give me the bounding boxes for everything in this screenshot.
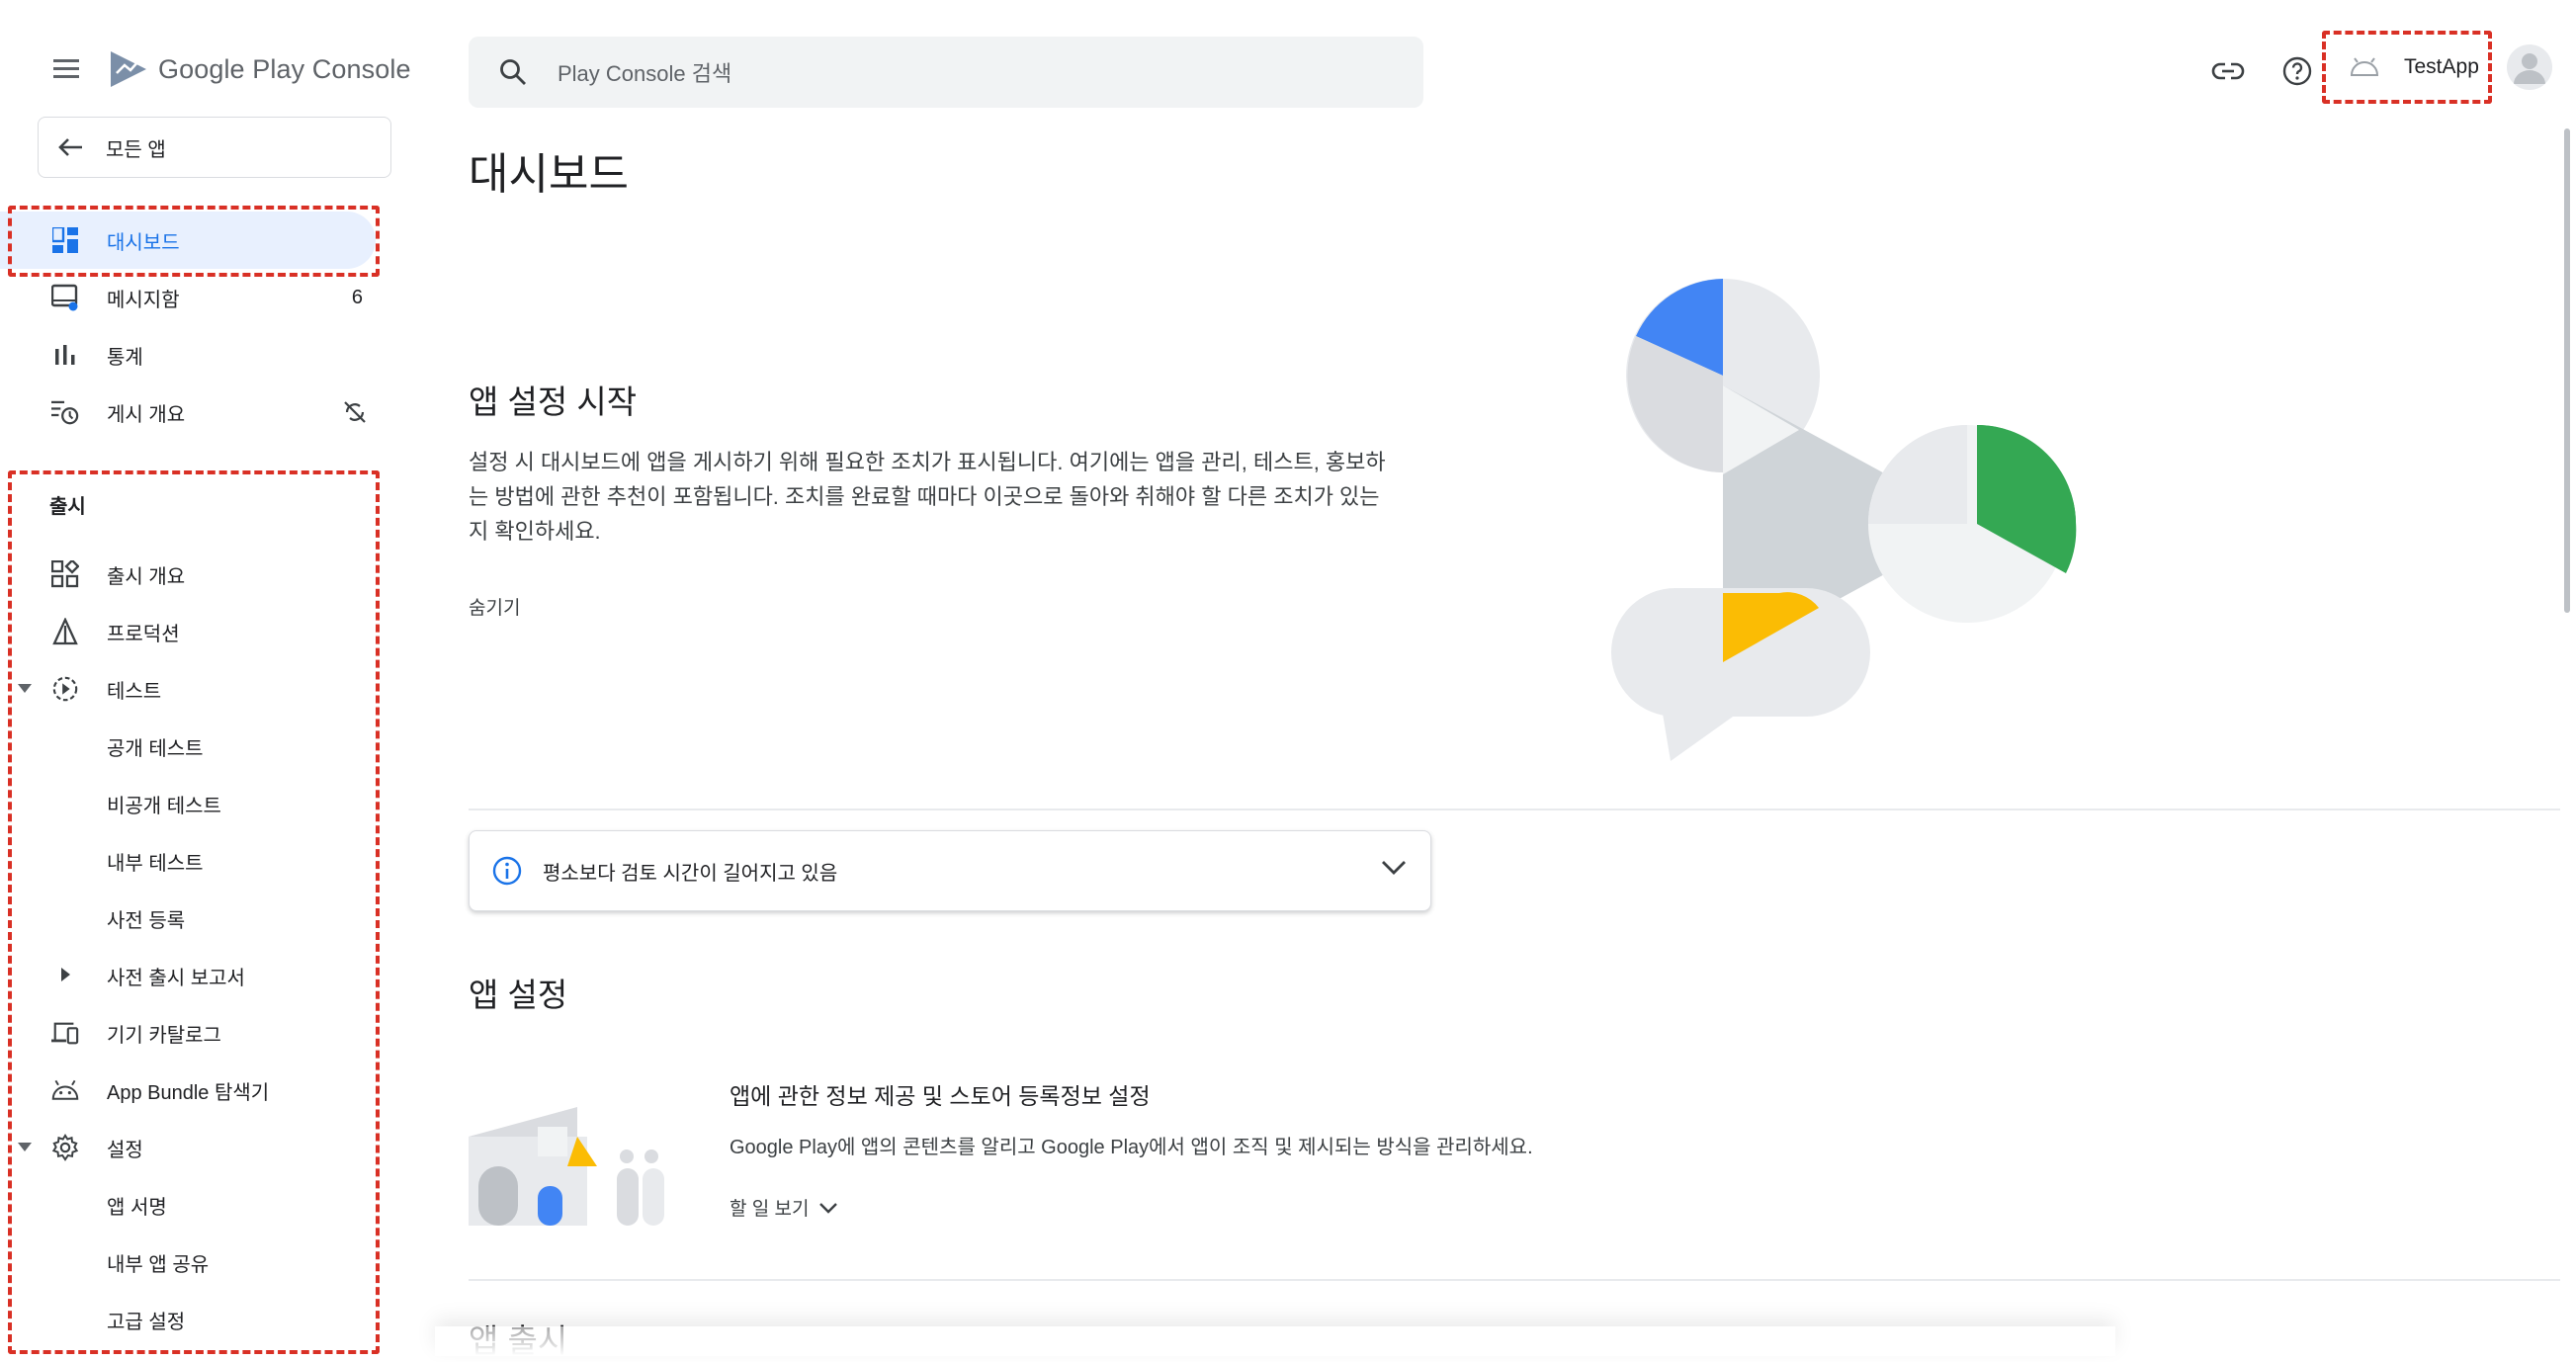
sidebar-item-testing[interactable]: 테스트 (0, 660, 376, 718)
search-bar[interactable]: Play Console 검색 (469, 37, 1423, 108)
gear-icon (51, 1134, 79, 1161)
sidebar-item-setup[interactable]: 설정 (0, 1119, 376, 1176)
expanded-caret-icon[interactable] (18, 1143, 32, 1151)
sidebar-item-label: 고급 설정 (107, 1311, 186, 1333)
sidebar-item-internal-app-sharing[interactable]: 내부 앱 공유 (0, 1234, 376, 1291)
store-listing-illustration (469, 1107, 664, 1226)
intro-description: 설정 시 대시보드에 앱을 게시하기 위해 필요한 조치가 표시됩니다. 여기에… (469, 450, 1386, 544)
sidebar-item-label: 앱 서명 (107, 1196, 167, 1219)
sidebar-item-app-signing[interactable]: 앱 서명 (0, 1176, 376, 1234)
sidebar-item-production[interactable]: 프로덕션 (0, 603, 376, 660)
inbox-count-badge: 6 (351, 286, 363, 308)
app-selector[interactable]: TestApp (2333, 40, 2487, 95)
sidebar-item-label: 통계 (107, 346, 143, 369)
sidebar-item-inbox[interactable]: 메시지함 6 (0, 269, 376, 326)
section-divider (469, 809, 2560, 810)
sidebar-item-closed-testing[interactable]: 비공개 테스트 (0, 775, 376, 832)
release-overview-icon (51, 560, 79, 588)
sidebar-item-app-bundle-explorer[interactable]: App Bundle 탐색기 (0, 1062, 376, 1119)
sidebar-item-publishing-overview[interactable]: 게시 개요 (0, 383, 376, 441)
sidebar-item-label: 테스트 (107, 680, 162, 703)
inbox-icon (51, 284, 79, 311)
play-console-logo (111, 51, 146, 87)
review-time-notice[interactable]: 평소보다 검토 시간이 길어지고 있음 (469, 830, 1431, 911)
brand-google: Google (158, 53, 245, 84)
sidebar-item-label: 내부 테스트 (107, 852, 204, 875)
app-android-icon (2343, 45, 2386, 89)
account-avatar[interactable] (2507, 44, 2552, 90)
store-listing-task-title: 앱에 관한 정보 제공 및 스토어 등록정보 설정 (730, 1083, 1151, 1109)
sidebar-item-label: 대시보드 (107, 231, 180, 254)
sidebar-item-label: 프로덕션 (107, 623, 180, 645)
sidebar-item-device-catalog[interactable]: 기기 카탈로그 (0, 1004, 376, 1062)
dashboard-icon (51, 226, 79, 254)
arrow-back-icon (58, 138, 82, 156)
sync-disabled-icon (342, 399, 368, 431)
sidebar-item-label: 설정 (107, 1139, 143, 1161)
collapsed-caret-icon[interactable] (61, 968, 70, 981)
brand-header: Google Play Console (51, 43, 411, 95)
sidebar-item-release-overview[interactable]: 출시 개요 (0, 546, 376, 603)
sidebar-item-label: 내부 앱 공유 (107, 1253, 210, 1276)
brand-play-console: Play Console (252, 53, 411, 84)
view-tasks-label: 할 일 보기 (730, 1199, 810, 1220)
sidebar: Google Play Console 모든 앱 대시보드 메시지함 6 통계 … (0, 0, 415, 1356)
sidebar-item-advanced-settings[interactable]: 고급 설정 (0, 1291, 376, 1348)
chevron-down-icon (819, 1202, 838, 1214)
help-icon[interactable] (2277, 51, 2317, 91)
page-scrollbar[interactable] (2564, 128, 2570, 613)
hide-button[interactable]: 숨기기 (469, 593, 520, 620)
production-icon (51, 618, 79, 645)
search-input[interactable]: Play Console 검색 (558, 56, 731, 88)
link-icon[interactable] (2208, 51, 2248, 91)
testing-icon (51, 675, 79, 703)
device-catalog-icon (51, 1019, 79, 1047)
sidebar-item-label: 사전 출시 보고서 (107, 967, 245, 989)
store-listing-task-description: Google Play에 앱의 콘텐츠를 알리고 Google Play에서 앱… (730, 1137, 1533, 1158)
sidebar-item-dashboard[interactable]: 대시보드 (0, 212, 376, 269)
sidebar-item-internal-testing[interactable]: 내부 테스트 (0, 832, 376, 890)
expanded-caret-icon[interactable] (18, 684, 32, 693)
sidebar-item-label: 기기 카탈로그 (107, 1024, 221, 1047)
brand-text: Google Play Console (158, 54, 411, 85)
info-icon (492, 856, 522, 886)
android-icon (51, 1076, 79, 1104)
sidebar-item-label: 공개 테스트 (107, 737, 204, 760)
section-divider (469, 1279, 2560, 1281)
sidebar-item-pre-launch-report[interactable]: 사전 출시 보고서 (0, 947, 376, 1004)
intro-title: 앱 설정 시작 (469, 383, 638, 420)
sidebar-item-pre-registration[interactable]: 사전 등록 (0, 890, 376, 947)
sidebar-item-label: App Bundle 탐색기 (107, 1081, 270, 1104)
sidebar-item-label: 게시 개요 (107, 403, 186, 426)
all-apps-label: 모든 앱 (106, 138, 166, 161)
app-setup-title: 앱 설정 (469, 977, 568, 1013)
search-icon (500, 59, 526, 85)
bottom-fade (435, 1326, 2115, 1356)
sidebar-item-label: 출시 개요 (107, 565, 186, 588)
bar-chart-icon (51, 341, 79, 369)
view-tasks-button[interactable]: 할 일 보기 (730, 1194, 838, 1221)
sidebar-item-label: 비공개 테스트 (107, 795, 221, 817)
all-apps-button[interactable]: 모든 앱 (38, 117, 391, 178)
page-title: 대시보드 (469, 150, 629, 199)
notice-text: 평소보다 검토 시간이 길어지고 있음 (543, 862, 838, 885)
release-section-heading: 출시 (49, 496, 86, 518)
sidebar-item-label: 메시지함 (107, 289, 180, 311)
setup-illustration (1611, 279, 2077, 761)
sidebar-item-open-testing[interactable]: 공개 테스트 (0, 718, 376, 775)
hamburger-menu-icon[interactable] (51, 53, 83, 85)
app-name: TestApp (2404, 55, 2479, 78)
sidebar-item-statistics[interactable]: 통계 (0, 326, 376, 383)
sidebar-item-label: 사전 등록 (107, 909, 186, 932)
chevron-down-icon[interactable] (1381, 859, 1407, 877)
publishing-overview-icon (51, 398, 79, 426)
